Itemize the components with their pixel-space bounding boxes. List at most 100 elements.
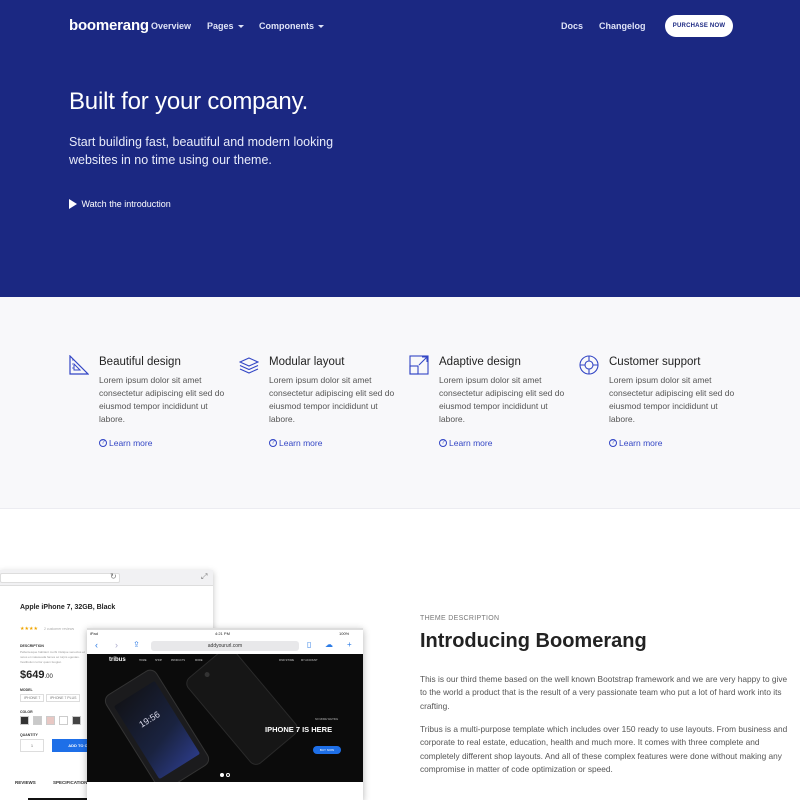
site-brand: tribus bbox=[109, 657, 126, 663]
help-icon: ? bbox=[609, 438, 617, 447]
help-icon: ? bbox=[269, 438, 277, 447]
site-menu-item: MORE bbox=[195, 659, 203, 662]
learn-more-link[interactable]: ? Learn more bbox=[609, 438, 662, 448]
product-description: Pellentesque habitant morbi tristique se… bbox=[20, 650, 85, 664]
learn-more-label: Learn more bbox=[279, 438, 323, 448]
nav-docs[interactable]: Docs bbox=[561, 21, 583, 31]
feature-title: Adaptive design bbox=[439, 356, 521, 368]
model-option: IPHONE 7 bbox=[20, 694, 45, 702]
expand-icon: ⤢ bbox=[201, 572, 208, 581]
learn-more-link[interactable]: ? Learn more bbox=[439, 438, 492, 448]
battery-level: 100% bbox=[339, 631, 350, 636]
help-icon: ? bbox=[99, 438, 107, 447]
forward-icon: › bbox=[115, 640, 118, 650]
rating-stars: ★★★★ bbox=[20, 626, 38, 632]
brand-logo[interactable]: boomerang bbox=[69, 17, 149, 34]
chevron-down-icon bbox=[318, 25, 324, 29]
learn-more-label: Learn more bbox=[449, 438, 493, 448]
intro-title: Introducing Boomerang bbox=[420, 630, 647, 652]
features-section: Beautiful design Lorem ipsum dolor sit a… bbox=[0, 297, 800, 509]
color-swatch bbox=[46, 716, 55, 725]
quantity-field: 1 bbox=[20, 739, 44, 752]
feature-text: Lorem ipsum dolor sit amet consectetur a… bbox=[269, 375, 395, 424]
nav-pages[interactable]: Pages bbox=[207, 21, 244, 31]
expand-icon bbox=[409, 355, 429, 375]
color-label: COLOR bbox=[20, 710, 33, 714]
chevron-down-icon bbox=[237, 25, 244, 29]
hero-tagline: NO MORE WAITING bbox=[315, 718, 339, 721]
bookmarks-icon: ▯ bbox=[307, 640, 312, 649]
feature-text: Lorem ipsum dolor sit amet consectetur a… bbox=[609, 375, 735, 424]
tablet-url-bar: addyoururl.com bbox=[151, 641, 299, 651]
camera-icon bbox=[203, 671, 211, 679]
cloud-icon: ☁ bbox=[325, 640, 333, 649]
tablet-status-bar: iPad 4:21 PM 100% bbox=[87, 630, 363, 638]
model-option: IPHONE 7 PLUS bbox=[46, 694, 81, 702]
status-time: 4:21 PM bbox=[215, 631, 230, 636]
feature-text: Lorem ipsum dolor sit amet consectetur a… bbox=[99, 375, 225, 424]
color-swatch bbox=[59, 716, 68, 725]
carousel-dot bbox=[226, 773, 230, 777]
carousel-dot-active bbox=[220, 773, 224, 777]
hero-subtitle: Start building fast, beautiful and moder… bbox=[69, 135, 334, 167]
play-icon bbox=[69, 198, 77, 209]
plus-icon: + bbox=[347, 640, 352, 649]
hero-title: Built for your company. bbox=[69, 88, 309, 115]
quantity-label: QUANTITY bbox=[20, 733, 38, 737]
purchase-now-button[interactable]: PURCHASE NOW bbox=[665, 15, 733, 37]
browser-url-bar bbox=[0, 573, 120, 583]
tablet-screen: tribus HOME SHOP PRODUCTS MORE FIND STOR… bbox=[87, 654, 363, 782]
learn-more-link[interactable]: ? Learn more bbox=[99, 438, 152, 448]
intro-paragraph-1: This is our third theme based on the wel… bbox=[420, 674, 788, 711]
browser-toolbar: ↻ ⤢ bbox=[0, 570, 213, 586]
nav-overview-label: Overview bbox=[151, 21, 192, 31]
price-cents: .00 bbox=[44, 674, 53, 680]
hero-section: boomerang Overview Pages Components Docs… bbox=[0, 0, 800, 297]
phone-screen: 19:56 bbox=[113, 680, 201, 780]
learn-more-label: Learn more bbox=[619, 438, 663, 448]
nav-components[interactable]: Components bbox=[259, 21, 324, 31]
color-swatch bbox=[20, 716, 29, 725]
help-icon: ? bbox=[439, 438, 447, 447]
site-menu-item: FIND STORE bbox=[279, 659, 295, 662]
nav-components-label: Components bbox=[259, 21, 314, 31]
buy-now-button: BUY NOW bbox=[313, 746, 341, 754]
watch-intro-link[interactable]: Watch the introduction bbox=[69, 198, 171, 209]
hero-headline: IPHONE 7 IS HERE bbox=[265, 725, 333, 734]
top-navbar: boomerang Overview Pages Components Docs… bbox=[0, 0, 800, 52]
tab-reviews: REVIEWS bbox=[15, 780, 36, 785]
intro-section: ↻ ⤢ Apple iPhone 7, 32GB, Black ★★★★ 2 c… bbox=[0, 510, 800, 800]
description-label: DESCRIPTION bbox=[20, 644, 44, 648]
model-label: MODEL bbox=[20, 688, 33, 692]
intro-paragraph-2: Tribus is a multi-purpose template which… bbox=[420, 724, 788, 775]
site-menu-item: MY ACCOUNT bbox=[301, 659, 318, 662]
product-price: $649.00 bbox=[20, 669, 53, 681]
drafting-icon bbox=[69, 355, 89, 375]
nav-overview[interactable]: Overview bbox=[151, 21, 191, 31]
review-count: 2 customer reviews bbox=[44, 627, 75, 631]
site-menu-item: HOME bbox=[139, 659, 147, 662]
tablet-mockup: iPad 4:21 PM 100% ‹ › ⇪ addyoururl.com ▯… bbox=[87, 628, 363, 800]
color-swatch bbox=[72, 716, 81, 725]
share-icon: ⇪ bbox=[133, 640, 140, 649]
phone-clock: 19:56 bbox=[137, 709, 162, 730]
site-menu-item: PRODUCTS bbox=[171, 659, 186, 662]
nav-pages-label: Pages bbox=[207, 21, 234, 31]
site-menu-item: SHOP bbox=[155, 659, 163, 662]
watch-intro-label: Watch the introduction bbox=[81, 199, 171, 209]
learn-more-label: Learn more bbox=[109, 438, 153, 448]
intro-eyebrow: THEME DESCRIPTION bbox=[420, 615, 500, 622]
feature-title: Beautiful design bbox=[99, 356, 181, 368]
nav-changelog[interactable]: Changelog bbox=[599, 21, 646, 31]
lifebuoy-icon bbox=[579, 355, 599, 375]
learn-more-link[interactable]: ? Learn more bbox=[269, 438, 322, 448]
feature-title: Customer support bbox=[609, 356, 701, 368]
color-swatch bbox=[33, 716, 42, 725]
device-label: iPad bbox=[90, 631, 99, 636]
layers-icon bbox=[239, 357, 259, 374]
tab-specifications: SPECIFICATIONS bbox=[53, 780, 91, 785]
feature-text: Lorem ipsum dolor sit amet consectetur a… bbox=[439, 375, 565, 424]
back-icon: ‹ bbox=[95, 640, 98, 650]
feature-title: Modular layout bbox=[269, 356, 345, 368]
tablet-browser-toolbar: ‹ › ⇪ addyoururl.com ▯ ☁ + bbox=[87, 638, 363, 654]
